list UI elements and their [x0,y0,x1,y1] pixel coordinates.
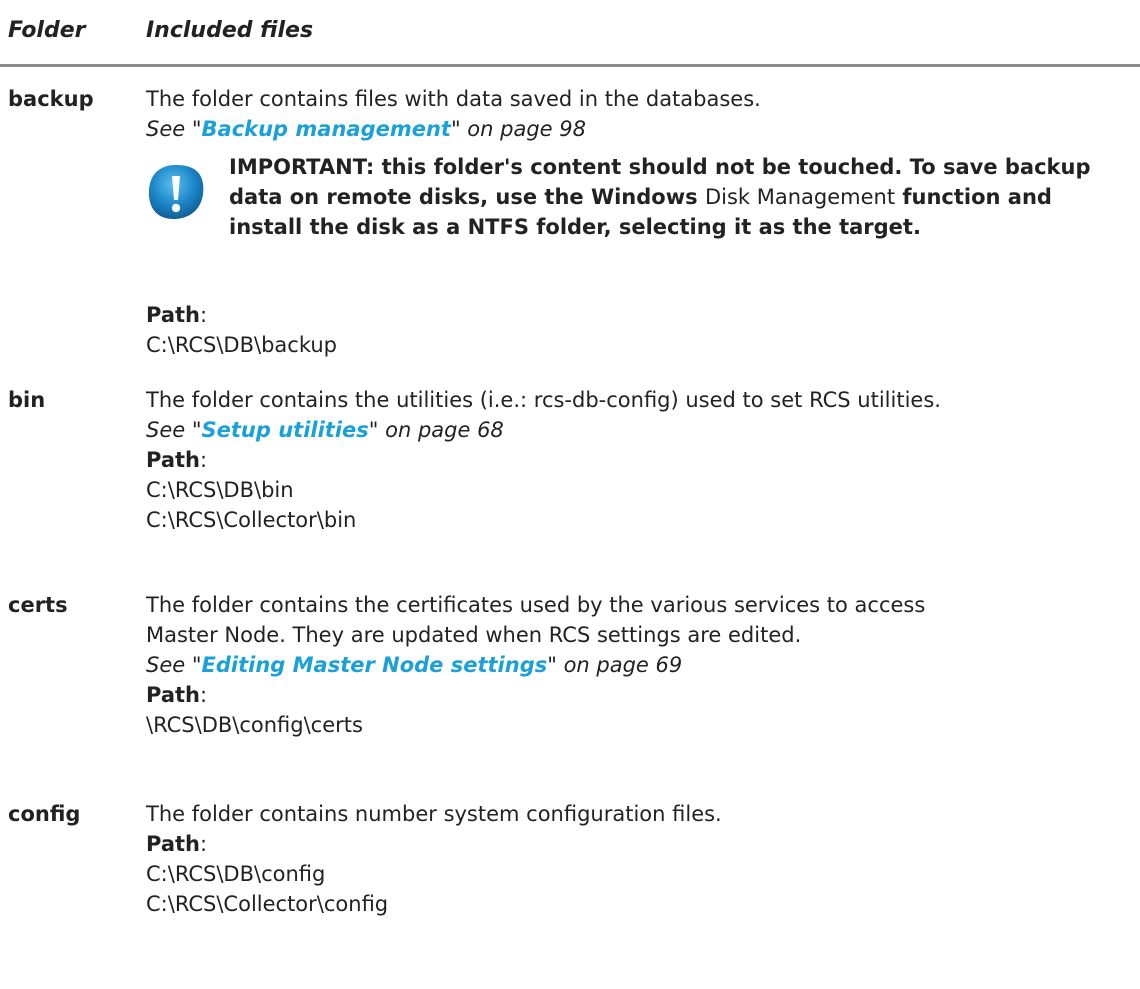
description-text: The folder contains the certificates use… [146,593,926,617]
important-text: IMPORTANT: this folder's content should … [229,155,1091,239]
folder-table: Folder Included files backup The folder … [0,0,1140,989]
folder-description: The folder contains the utilities (i.e.:… [146,385,1128,535]
folder-description: The folder contains files with data save… [146,84,1128,360]
see-reference: See "Editing Master Node settings" on pa… [146,653,683,677]
exclamation-icon [148,165,204,220]
path-value: C:\RCS\DB\config [146,862,326,886]
see-reference: See "Backup management" on page 98 [146,117,586,141]
folder-description: The folder contains number system config… [146,799,1128,919]
header-included-files: Included files [146,18,314,43]
folder-name: config [8,802,81,826]
description-text: The folder contains files with data save… [146,87,761,111]
path-label: Path: [146,448,208,472]
folder-description: The folder contains the certificates use… [146,590,1128,740]
path-label: Path: [146,303,208,327]
backup-management-link[interactable]: Backup management [202,117,451,141]
path-value: C:\RCS\DB\bin [146,478,294,502]
path-label: Path: [146,832,208,856]
header-divider [0,64,1140,67]
description-text: The folder contains the utilities (i.e.:… [146,388,941,412]
table-header: Folder Included files [0,0,1140,64]
description-text: Master Node. They are updated when RCS s… [146,623,802,647]
folder-name: certs [8,593,68,617]
folder-name: backup [8,87,94,111]
header-folder: Folder [8,18,86,43]
path-value: C:\RCS\DB\backup [146,333,337,357]
path-value: C:\RCS\Collector\config [146,892,389,916]
editing-master-node-settings-link[interactable]: Editing Master Node settings [202,653,548,677]
see-reference: See "Setup utilities" on page 68 [146,418,504,442]
path-value: \RCS\DB\config\certs [146,713,363,737]
path-value: C:\RCS\Collector\bin [146,508,357,532]
important-note: IMPORTANT: this folder's content should … [146,152,1128,300]
setup-utilities-link[interactable]: Setup utilities [202,418,369,442]
folder-name: bin [8,388,46,412]
description-text: The folder contains number system config… [146,802,722,826]
path-label: Path: [146,683,208,707]
